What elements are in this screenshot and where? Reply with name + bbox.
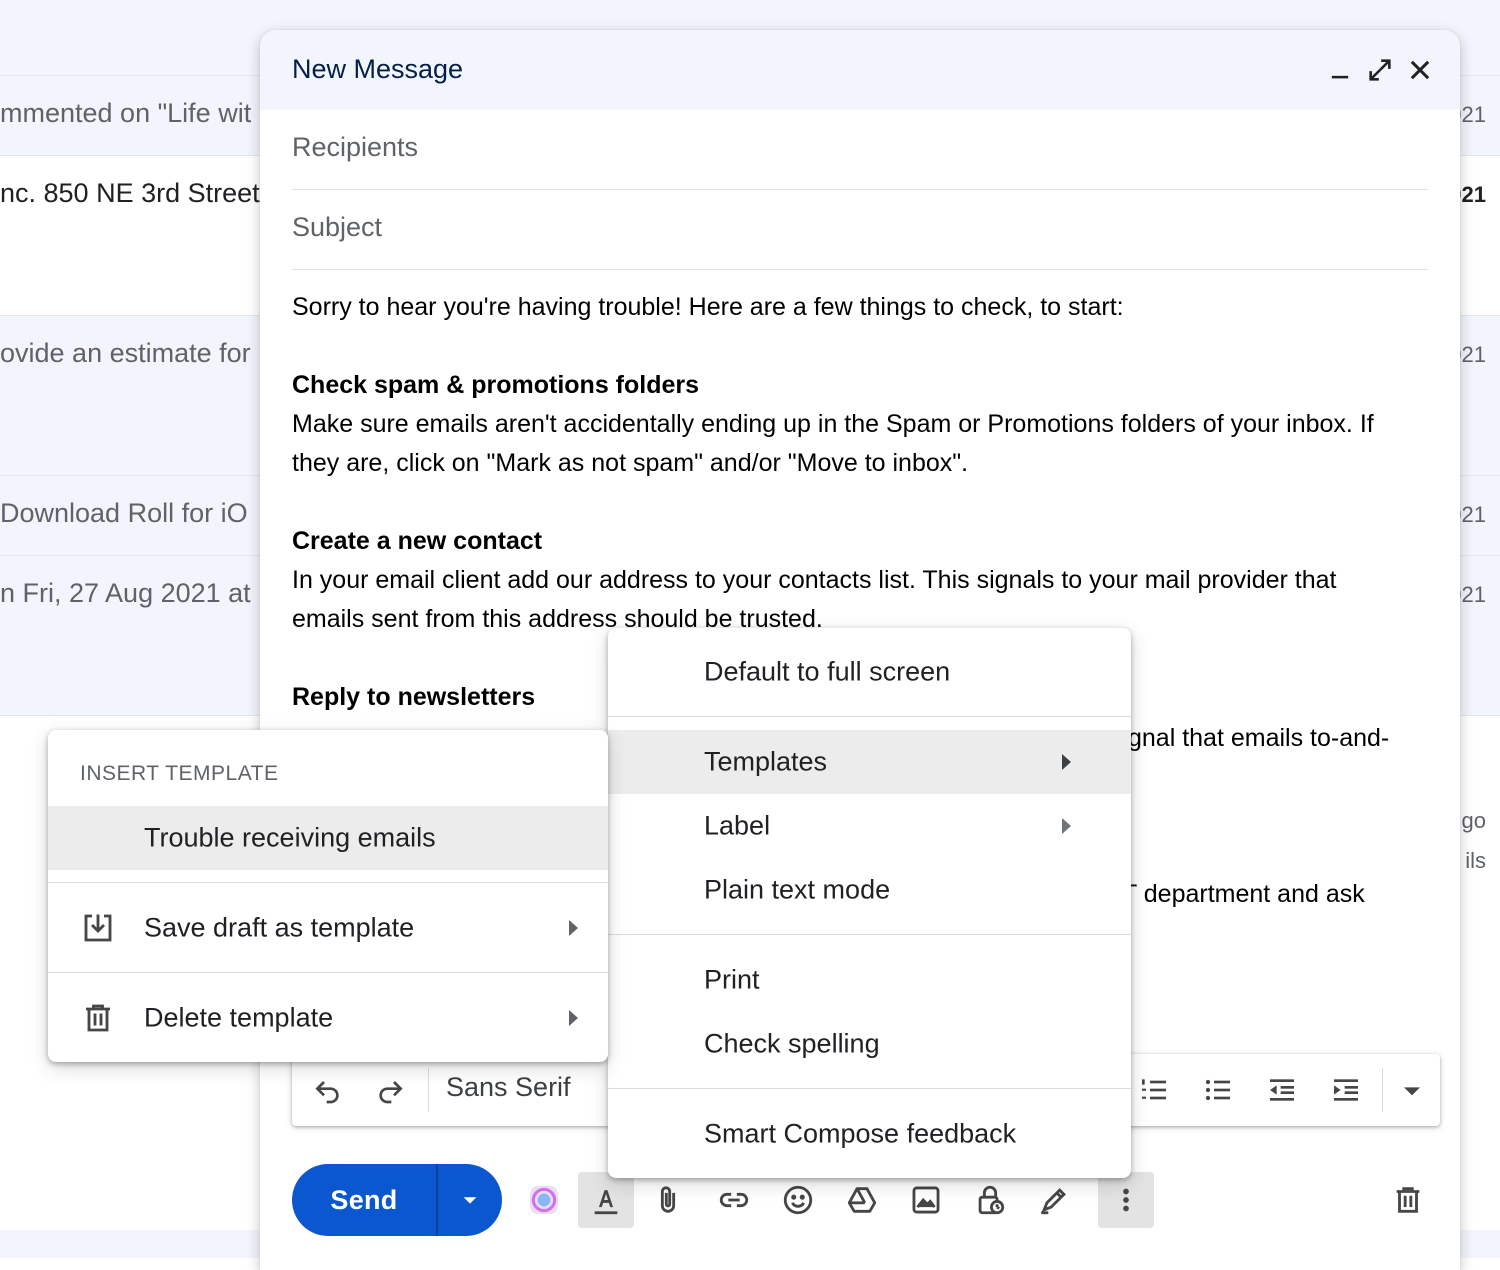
email-snippet: Download Roll for iO — [0, 498, 248, 528]
more-options-icon[interactable] — [1098, 1172, 1154, 1228]
ai-assist-icon[interactable] — [522, 1178, 566, 1222]
recipients-field — [292, 110, 1428, 190]
send-button-group: Send — [292, 1164, 502, 1236]
schedule-send-dropdown[interactable] — [438, 1164, 502, 1236]
menu-divider — [48, 882, 608, 883]
insert-signature-icon[interactable] — [1032, 1178, 1076, 1222]
menu-item-label: Delete template — [144, 1002, 334, 1033]
email-snippet: ovide an estimate for — [0, 338, 251, 368]
expand-icon[interactable] — [1362, 52, 1398, 88]
text-formatting-icon[interactable] — [578, 1172, 634, 1228]
menu-divider — [48, 972, 608, 973]
redo-icon[interactable] — [370, 1070, 410, 1110]
email-snippet-fragment: ils — [1465, 848, 1486, 873]
menu-item-label-submenu[interactable]: Label — [608, 794, 1131, 858]
body-paragraph-line: In your email client add our address to … — [292, 566, 1337, 594]
chevron-down-icon — [463, 1197, 477, 1204]
discard-draft-icon[interactable] — [1386, 1178, 1430, 1222]
indent-less-icon[interactable] — [1262, 1070, 1302, 1110]
email-snippet: n Fri, 27 Aug 2021 at — [0, 578, 251, 608]
menu-item-print[interactable]: Print — [608, 948, 1131, 1012]
submenu-arrow-icon — [1062, 818, 1071, 834]
font-selector[interactable]: Sans Serif — [446, 1072, 571, 1103]
menu-divider — [608, 1088, 1131, 1089]
menu-item-label: Default to full screen — [704, 656, 951, 687]
menu-item-smart-compose-feedback[interactable]: Smart Compose feedback — [608, 1102, 1131, 1166]
body-intro: Sorry to hear you're having trouble! Her… — [292, 293, 1124, 321]
submenu-arrow-icon — [1062, 754, 1071, 770]
numbered-list-icon[interactable] — [1134, 1070, 1174, 1110]
more-formatting-dropdown-icon[interactable] — [1392, 1070, 1432, 1110]
send-button[interactable]: Send — [292, 1164, 436, 1236]
save-template-icon — [84, 914, 112, 942]
menu-item-label: Save draft as template — [144, 912, 415, 943]
menu-item-templates[interactable]: Templates — [608, 730, 1131, 794]
body-paragraph-line: they are, click on "Mark as not spam" an… — [292, 449, 969, 477]
compose-title: New Message — [292, 54, 464, 84]
menu-item-label: Plain text mode — [704, 874, 891, 905]
undo-icon[interactable] — [308, 1070, 348, 1110]
insert-emoji-icon[interactable] — [776, 1178, 820, 1222]
confidential-mode-icon[interactable] — [968, 1178, 1012, 1222]
close-icon[interactable] — [1402, 52, 1438, 88]
submenu-header: INSERT TEMPLATE — [80, 762, 279, 785]
body-heading: Create a new contact — [292, 527, 543, 555]
save-draft-as-template-item[interactable]: Save draft as template — [48, 896, 608, 960]
delete-template-item[interactable]: Delete template — [48, 986, 608, 1050]
toolbar-divider — [428, 1068, 429, 1112]
recipients-input[interactable] — [292, 132, 1392, 163]
menu-item-plain-text-mode[interactable]: Plain text mode — [608, 858, 1131, 922]
body-heading: Check spam & promotions folders — [292, 371, 700, 399]
email-snippet-fragment: go — [1461, 808, 1486, 833]
attach-file-icon[interactable] — [646, 1178, 690, 1222]
menu-item-label: Check spelling — [704, 1028, 880, 1059]
menu-divider — [608, 934, 1131, 935]
templates-submenu: INSERT TEMPLATE Trouble receiving emails… — [48, 730, 608, 1062]
submenu-arrow-icon — [569, 920, 578, 936]
menu-item-check-spelling[interactable]: Check spelling — [608, 1012, 1131, 1076]
subject-field — [292, 190, 1428, 270]
body-text-fragment: T department and ask — [1122, 880, 1365, 908]
menu-item-default-full-screen[interactable]: Default to full screen — [608, 640, 1131, 704]
insert-link-icon[interactable] — [712, 1178, 756, 1222]
insert-photo-icon[interactable] — [904, 1178, 948, 1222]
bulleted-list-icon[interactable] — [1198, 1070, 1238, 1110]
insert-drive-icon[interactable] — [840, 1178, 884, 1222]
minimize-icon[interactable] — [1322, 52, 1358, 88]
menu-item-label: Templates — [704, 746, 828, 777]
submenu-arrow-icon — [569, 1010, 578, 1026]
menu-item-label: Smart Compose feedback — [704, 1118, 1017, 1149]
menu-item-label: Print — [704, 964, 760, 995]
menu-divider — [608, 716, 1131, 717]
body-paragraph-line: Make sure emails aren't accidentally end… — [292, 410, 1374, 438]
subject-input[interactable] — [292, 212, 1392, 243]
menu-item-label: Label — [704, 810, 771, 841]
compose-header: New Message — [260, 30, 1460, 110]
trash-icon — [86, 1004, 110, 1032]
toolbar-divider — [1382, 1068, 1383, 1112]
more-options-menu: Default to full screen Templates Label P… — [608, 628, 1131, 1178]
email-snippet: nc. 850 NE 3rd Street — [0, 178, 260, 208]
template-item-trouble-receiving[interactable]: Trouble receiving emails — [48, 806, 608, 870]
indent-more-icon[interactable] — [1326, 1070, 1366, 1110]
menu-item-label: Trouble receiving emails — [144, 822, 436, 853]
body-text-fragment: gnal that emails to-and- — [1128, 724, 1390, 752]
email-snippet: mmented on "Life wit — [0, 98, 252, 128]
